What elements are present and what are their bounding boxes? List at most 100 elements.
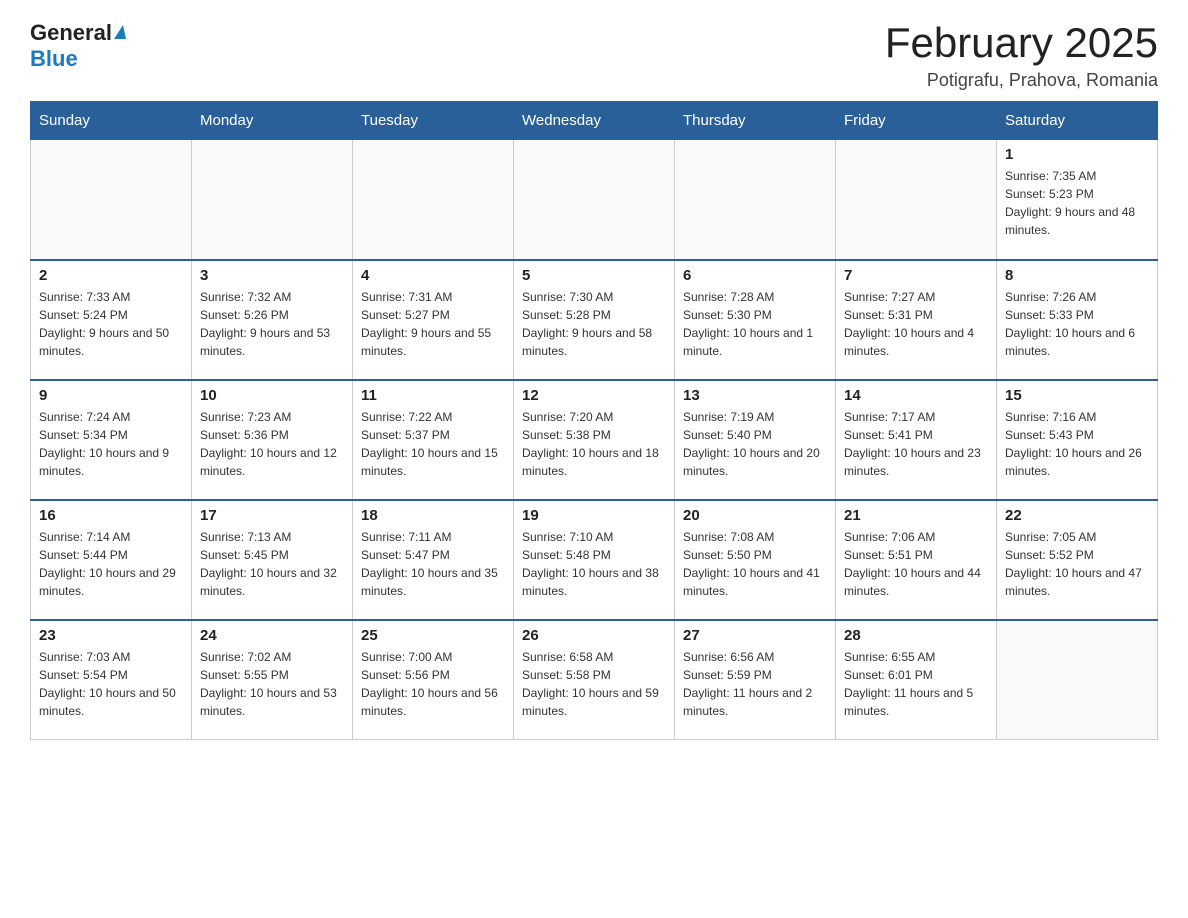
day-number: 6 bbox=[683, 267, 827, 284]
calendar-week-row: 9 Sunrise: 7:24 AMSunset: 5:34 PMDaylight… bbox=[31, 380, 1158, 500]
weekday-header-wednesday: Wednesday bbox=[514, 102, 675, 140]
day-number: 2 bbox=[39, 267, 183, 284]
calendar-cell bbox=[192, 140, 353, 260]
calendar-cell: 2 Sunrise: 7:33 AMSunset: 5:24 PMDaylight… bbox=[31, 260, 192, 380]
calendar-cell: 22 Sunrise: 7:05 AMSunset: 5:52 PMDayligh… bbox=[997, 500, 1158, 620]
logo: General Blue bbox=[30, 20, 126, 72]
calendar-week-row: 1 Sunrise: 7:35 AMSunset: 5:23 PMDaylight… bbox=[31, 140, 1158, 260]
day-info: Sunrise: 7:20 AMSunset: 5:38 PMDaylight:… bbox=[522, 408, 666, 480]
day-number: 22 bbox=[1005, 507, 1149, 524]
day-number: 12 bbox=[522, 387, 666, 404]
weekday-header-sunday: Sunday bbox=[31, 102, 192, 140]
day-number: 11 bbox=[361, 387, 505, 404]
calendar-cell: 18Sunrise: 7:11 AMSunset: 5:47 PMDayligh… bbox=[353, 500, 514, 620]
day-number: 14 bbox=[844, 387, 988, 404]
calendar-body: 1 Sunrise: 7:35 AMSunset: 5:23 PMDaylight… bbox=[31, 140, 1158, 740]
day-number: 17 bbox=[200, 507, 344, 524]
calendar-cell: 7 Sunrise: 7:27 AMSunset: 5:31 PMDaylight… bbox=[836, 260, 997, 380]
day-info: Sunrise: 7:35 AMSunset: 5:23 PMDaylight:… bbox=[1005, 167, 1149, 239]
title-block: February 2025 Potigrafu, Prahova, Romani… bbox=[885, 20, 1158, 91]
logo-arrow-icon bbox=[114, 25, 126, 39]
calendar-cell bbox=[353, 140, 514, 260]
weekday-header-thursday: Thursday bbox=[675, 102, 836, 140]
day-info: Sunrise: 7:26 AMSunset: 5:33 PMDaylight:… bbox=[1005, 288, 1149, 360]
day-number: 27 bbox=[683, 627, 827, 644]
day-number: 21 bbox=[844, 507, 988, 524]
day-number: 9 bbox=[39, 387, 183, 404]
calendar-cell: 15 Sunrise: 7:16 AMSunset: 5:43 PMDayligh… bbox=[997, 380, 1158, 500]
day-info: Sunrise: 7:10 AMSunset: 5:48 PMDaylight:… bbox=[522, 528, 666, 600]
page-header: General Blue February 2025 Potigrafu, Pr… bbox=[30, 20, 1158, 91]
calendar-header: SundayMondayTuesdayWednesdayThursdayFrid… bbox=[31, 102, 1158, 140]
calendar-cell bbox=[997, 620, 1158, 740]
day-info: Sunrise: 7:24 AMSunset: 5:34 PMDaylight:… bbox=[39, 408, 183, 480]
day-info: Sunrise: 7:00 AMSunset: 5:56 PMDaylight:… bbox=[361, 648, 505, 720]
day-info: Sunrise: 7:13 AMSunset: 5:45 PMDaylight:… bbox=[200, 528, 344, 600]
day-number: 20 bbox=[683, 507, 827, 524]
day-info: Sunrise: 7:28 AMSunset: 5:30 PMDaylight:… bbox=[683, 288, 827, 360]
weekday-header-row: SundayMondayTuesdayWednesdayThursdayFrid… bbox=[31, 102, 1158, 140]
day-number: 5 bbox=[522, 267, 666, 284]
day-info: Sunrise: 7:06 AMSunset: 5:51 PMDaylight:… bbox=[844, 528, 988, 600]
day-number: 3 bbox=[200, 267, 344, 284]
day-info: Sunrise: 7:17 AMSunset: 5:41 PMDaylight:… bbox=[844, 408, 988, 480]
calendar-cell: 14 Sunrise: 7:17 AMSunset: 5:41 PMDayligh… bbox=[836, 380, 997, 500]
day-number: 28 bbox=[844, 627, 988, 644]
calendar-cell: 25 Sunrise: 7:00 AMSunset: 5:56 PMDayligh… bbox=[353, 620, 514, 740]
calendar-cell bbox=[836, 140, 997, 260]
day-info: Sunrise: 7:03 AMSunset: 5:54 PMDaylight:… bbox=[39, 648, 183, 720]
day-info: Sunrise: 7:23 AMSunset: 5:36 PMDaylight:… bbox=[200, 408, 344, 480]
day-info: Sunrise: 7:32 AMSunset: 5:26 PMDaylight:… bbox=[200, 288, 344, 360]
logo-blue-text: Blue bbox=[30, 46, 78, 72]
calendar-cell: 11 Sunrise: 7:22 AMSunset: 5:37 PMDayligh… bbox=[353, 380, 514, 500]
day-info: Sunrise: 7:16 AMSunset: 5:43 PMDaylight:… bbox=[1005, 408, 1149, 480]
day-info: Sunrise: 6:58 AMSunset: 5:58 PMDaylight:… bbox=[522, 648, 666, 720]
logo-general-text: General bbox=[30, 20, 112, 46]
day-info: Sunrise: 7:19 AMSunset: 5:40 PMDaylight:… bbox=[683, 408, 827, 480]
day-info: Sunrise: 7:05 AMSunset: 5:52 PMDaylight:… bbox=[1005, 528, 1149, 600]
day-number: 16 bbox=[39, 507, 183, 524]
month-title: February 2025 bbox=[885, 20, 1158, 66]
calendar-cell: 26 Sunrise: 6:58 AMSunset: 5:58 PMDayligh… bbox=[514, 620, 675, 740]
calendar-cell: 27Sunrise: 6:56 AMSunset: 5:59 PMDayligh… bbox=[675, 620, 836, 740]
calendar-cell: 16 Sunrise: 7:14 AMSunset: 5:44 PMDayligh… bbox=[31, 500, 192, 620]
day-number: 4 bbox=[361, 267, 505, 284]
day-info: Sunrise: 7:08 AMSunset: 5:50 PMDaylight:… bbox=[683, 528, 827, 600]
calendar-cell: 23 Sunrise: 7:03 AMSunset: 5:54 PMDayligh… bbox=[31, 620, 192, 740]
calendar-week-row: 16 Sunrise: 7:14 AMSunset: 5:44 PMDayligh… bbox=[31, 500, 1158, 620]
calendar-cell: 13 Sunrise: 7:19 AMSunset: 5:40 PMDayligh… bbox=[675, 380, 836, 500]
calendar-cell bbox=[675, 140, 836, 260]
day-info: Sunrise: 7:31 AMSunset: 5:27 PMDaylight:… bbox=[361, 288, 505, 360]
calendar-cell: 1 Sunrise: 7:35 AMSunset: 5:23 PMDaylight… bbox=[997, 140, 1158, 260]
day-number: 23 bbox=[39, 627, 183, 644]
calendar-cell: 6 Sunrise: 7:28 AMSunset: 5:30 PMDaylight… bbox=[675, 260, 836, 380]
calendar-cell: 10 Sunrise: 7:23 AMSunset: 5:36 PMDayligh… bbox=[192, 380, 353, 500]
day-info: Sunrise: 7:14 AMSunset: 5:44 PMDaylight:… bbox=[39, 528, 183, 600]
calendar-cell: 17 Sunrise: 7:13 AMSunset: 5:45 PMDayligh… bbox=[192, 500, 353, 620]
calendar-cell: 3 Sunrise: 7:32 AMSunset: 5:26 PMDaylight… bbox=[192, 260, 353, 380]
day-number: 24 bbox=[200, 627, 344, 644]
calendar-cell: 12 Sunrise: 7:20 AMSunset: 5:38 PMDayligh… bbox=[514, 380, 675, 500]
day-number: 15 bbox=[1005, 387, 1149, 404]
day-number: 26 bbox=[522, 627, 666, 644]
weekday-header-monday: Monday bbox=[192, 102, 353, 140]
calendar-week-row: 2 Sunrise: 7:33 AMSunset: 5:24 PMDaylight… bbox=[31, 260, 1158, 380]
day-number: 25 bbox=[361, 627, 505, 644]
day-number: 7 bbox=[844, 267, 988, 284]
day-number: 8 bbox=[1005, 267, 1149, 284]
day-number: 13 bbox=[683, 387, 827, 404]
day-info: Sunrise: 7:11 AMSunset: 5:47 PMDaylight:… bbox=[361, 528, 505, 600]
location-subtitle: Potigrafu, Prahova, Romania bbox=[885, 70, 1158, 91]
weekday-header-saturday: Saturday bbox=[997, 102, 1158, 140]
calendar-cell: 19Sunrise: 7:10 AMSunset: 5:48 PMDayligh… bbox=[514, 500, 675, 620]
calendar-cell: 9 Sunrise: 7:24 AMSunset: 5:34 PMDaylight… bbox=[31, 380, 192, 500]
calendar-cell bbox=[514, 140, 675, 260]
calendar-cell: 21 Sunrise: 7:06 AMSunset: 5:51 PMDayligh… bbox=[836, 500, 997, 620]
day-info: Sunrise: 7:22 AMSunset: 5:37 PMDaylight:… bbox=[361, 408, 505, 480]
day-info: Sunrise: 7:27 AMSunset: 5:31 PMDaylight:… bbox=[844, 288, 988, 360]
day-info: Sunrise: 7:33 AMSunset: 5:24 PMDaylight:… bbox=[39, 288, 183, 360]
day-number: 1 bbox=[1005, 146, 1149, 163]
calendar-cell: 24 Sunrise: 7:02 AMSunset: 5:55 PMDayligh… bbox=[192, 620, 353, 740]
day-info: Sunrise: 7:02 AMSunset: 5:55 PMDaylight:… bbox=[200, 648, 344, 720]
day-number: 10 bbox=[200, 387, 344, 404]
